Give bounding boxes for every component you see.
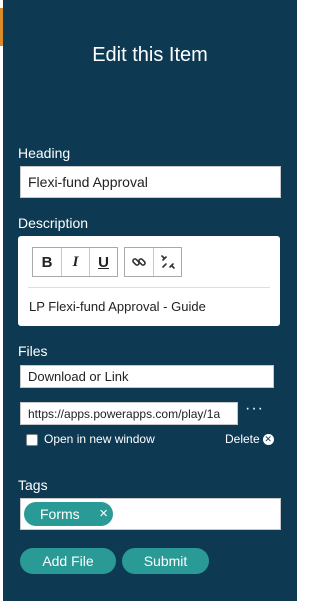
bold-button[interactable]: B bbox=[33, 248, 61, 276]
tag-label: Forms bbox=[40, 506, 80, 522]
edge-accent bbox=[0, 8, 3, 46]
underline-button[interactable]: U bbox=[89, 248, 117, 276]
link-toolbar bbox=[124, 247, 182, 277]
submit-button[interactable]: Submit bbox=[122, 548, 209, 574]
format-toolbar: B I U bbox=[32, 247, 118, 277]
description-editor[interactable]: B I U LP Flexi-fund Approval - Guide bbox=[18, 236, 280, 326]
unlink-button[interactable] bbox=[153, 248, 181, 276]
remove-tag-icon[interactable]: × bbox=[99, 505, 108, 522]
delete-file-button[interactable]: Delete ✕ bbox=[225, 432, 274, 446]
link-icon bbox=[132, 258, 146, 266]
link-button[interactable] bbox=[125, 248, 153, 276]
add-file-button[interactable]: Add File bbox=[20, 548, 116, 574]
delete-icon: ✕ bbox=[262, 433, 274, 445]
description-label: Description bbox=[18, 215, 89, 231]
italic-button[interactable]: I bbox=[61, 248, 89, 276]
editor-divider bbox=[28, 287, 270, 288]
tags-input[interactable]: Forms × bbox=[20, 498, 281, 530]
heading-label: Heading bbox=[18, 145, 71, 161]
panel-title: Edit this Item bbox=[92, 44, 208, 66]
more-options-icon[interactable]: ··· bbox=[245, 400, 264, 418]
unlink-icon bbox=[160, 255, 175, 269]
file-url-input[interactable]: https://apps.powerapps.com/play/1a bbox=[20, 402, 238, 425]
files-label: Files bbox=[18, 343, 48, 359]
delete-label: Delete bbox=[225, 432, 260, 446]
tag-chip: Forms × bbox=[24, 502, 113, 526]
open-new-window-checkbox[interactable] bbox=[26, 434, 38, 446]
description-text[interactable]: LP Flexi-fund Approval - Guide bbox=[29, 299, 206, 314]
heading-input[interactable]: Flexi-fund Approval bbox=[20, 166, 281, 198]
tags-label: Tags bbox=[18, 477, 48, 493]
file-name-input[interactable]: Download or Link bbox=[20, 365, 274, 388]
open-new-window-label: Open in new window bbox=[44, 432, 155, 446]
